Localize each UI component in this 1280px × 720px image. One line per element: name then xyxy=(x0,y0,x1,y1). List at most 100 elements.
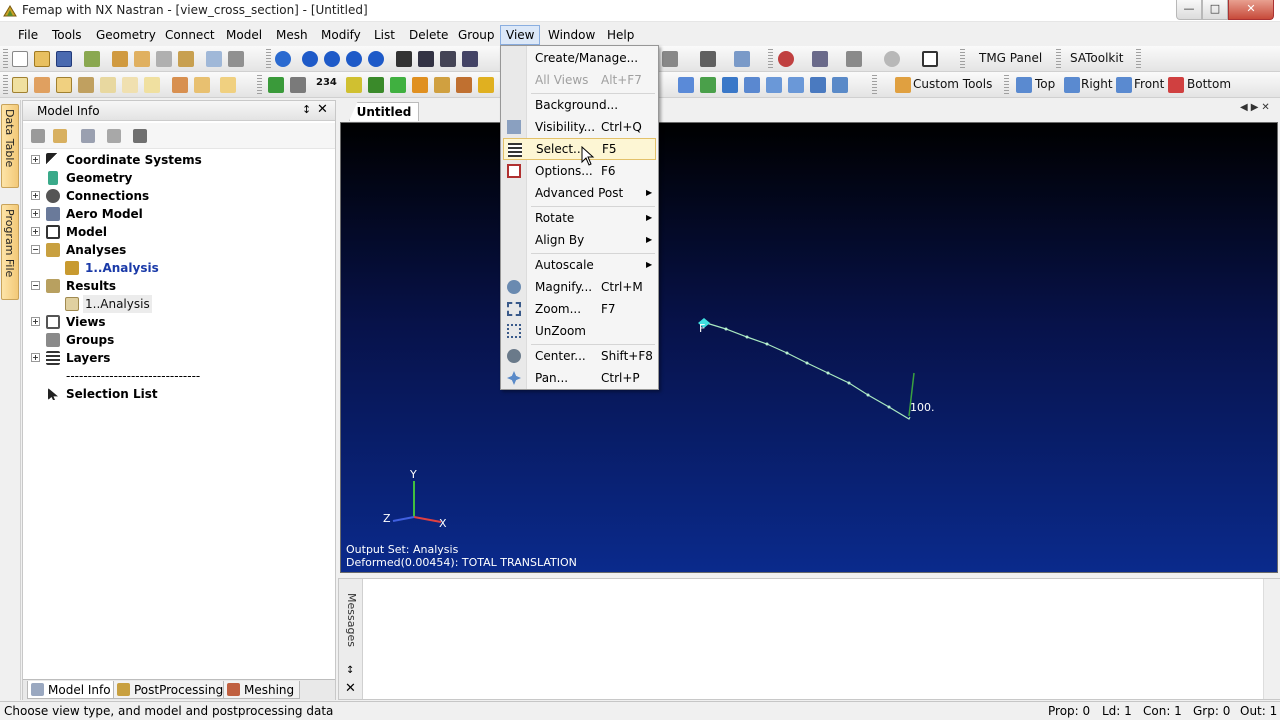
deform-icon[interactable] xyxy=(368,77,384,93)
entity-icon[interactable] xyxy=(178,51,194,67)
probe-icon[interactable] xyxy=(456,77,472,93)
layer-icon[interactable] xyxy=(112,51,128,67)
table-icon[interactable] xyxy=(56,77,72,93)
collapse-icon[interactable]: − xyxy=(31,245,40,254)
tmg-panel-button[interactable]: TMG Panel xyxy=(979,51,1042,65)
rotate-right-icon[interactable] xyxy=(324,51,340,67)
maximize-button[interactable]: □ xyxy=(1202,0,1228,20)
element-icon[interactable] xyxy=(144,77,160,93)
brace-icon[interactable] xyxy=(744,77,760,93)
workplane-icon[interactable] xyxy=(678,77,694,93)
measure-icon[interactable] xyxy=(478,77,494,93)
tree-item-views[interactable]: + Views xyxy=(23,313,335,331)
tree-item-results[interactable]: − Results xyxy=(23,277,335,295)
print-icon[interactable] xyxy=(228,51,244,67)
tree-item-analysis-1[interactable]: 1..Analysis xyxy=(23,259,335,277)
property-icon[interactable] xyxy=(194,77,210,93)
menu-help[interactable]: Help xyxy=(601,25,640,45)
tree-filter-icon[interactable] xyxy=(81,129,95,143)
tree-tools-icon[interactable] xyxy=(133,129,147,143)
window-icon[interactable] xyxy=(922,51,938,67)
close-window-button[interactable]: ✕ xyxy=(1228,0,1274,20)
tree-options-icon[interactable] xyxy=(31,129,45,143)
menu-item-center[interactable]: Center... Shift+F8 xyxy=(503,345,656,367)
menu-view[interactable]: View xyxy=(500,25,541,45)
rotate-up-icon[interactable] xyxy=(346,51,362,67)
toolbar-grip[interactable] xyxy=(3,75,8,95)
list-icon[interactable] xyxy=(12,77,28,93)
arrow-down-icon[interactable] xyxy=(390,77,406,93)
tab-model-info[interactable]: Model Info xyxy=(27,681,117,699)
pin-icon[interactable]: ↕ xyxy=(302,103,311,116)
view-front-button[interactable]: Front xyxy=(1134,77,1164,91)
collapse-icon[interactable]: − xyxy=(31,281,40,290)
menu-item-magnify[interactable]: Magnify... Ctrl+M xyxy=(503,276,656,298)
grid-snap-icon[interactable] xyxy=(722,77,738,93)
edit-icon[interactable] xyxy=(220,77,236,93)
menu-connect[interactable]: Connect xyxy=(159,25,221,45)
text-tool-icon[interactable] xyxy=(412,77,428,93)
expand-icon[interactable]: + xyxy=(31,209,40,218)
expand-icon[interactable]: + xyxy=(31,227,40,236)
program-file-tab[interactable]: Program File xyxy=(1,204,19,300)
menu-item-visibility[interactable]: Visibility... Ctrl+Q xyxy=(503,116,656,138)
fit-icon[interactable] xyxy=(832,77,848,93)
pan-icon[interactable] xyxy=(396,51,412,67)
menu-group[interactable]: Group xyxy=(452,25,501,45)
menu-mesh[interactable]: Mesh xyxy=(270,25,314,45)
cycle-icon[interactable] xyxy=(788,77,804,93)
expand-icon[interactable]: + xyxy=(31,317,40,326)
menu-item-rotate[interactable]: Rotate ▶ xyxy=(503,207,656,229)
menu-item-align-by[interactable]: Align By ▶ xyxy=(503,229,656,251)
tab-postprocessing[interactable]: PostProcessing xyxy=(113,681,230,699)
close-pane-icon[interactable]: ✕ xyxy=(345,681,356,696)
menu-item-unzoom[interactable]: UnZoom xyxy=(503,320,656,342)
data-table-tab[interactable]: Data Table xyxy=(1,104,19,188)
settings-gear-icon[interactable] xyxy=(884,51,900,67)
menu-tools[interactable]: Tools xyxy=(46,25,88,45)
tree-item-selection-list[interactable]: Selection List xyxy=(23,385,335,403)
tree-arrow-icon[interactable] xyxy=(107,129,121,143)
tree-item-layers[interactable]: + Layers xyxy=(23,349,335,367)
open-folder-icon[interactable] xyxy=(34,51,50,67)
material-icon[interactable] xyxy=(172,77,188,93)
copy-icon[interactable] xyxy=(206,51,222,67)
rotate-left-icon[interactable] xyxy=(302,51,318,67)
pin-icon[interactable]: ↕ xyxy=(346,665,354,676)
toolbar-grip[interactable] xyxy=(3,49,8,69)
save-icon[interactable] xyxy=(56,51,72,67)
satoolkit-button[interactable]: SAToolkit xyxy=(1070,51,1123,65)
menu-delete[interactable]: Delete xyxy=(403,25,454,45)
group-icon[interactable] xyxy=(134,51,150,67)
menu-item-zoom[interactable]: Zoom... F7 xyxy=(503,298,656,320)
point-icon[interactable] xyxy=(34,77,50,93)
axis-icon[interactable] xyxy=(766,77,782,93)
grid-icon[interactable] xyxy=(100,77,116,93)
rotate-down-icon[interactable] xyxy=(368,51,384,67)
custom-tools-button[interactable]: Custom Tools xyxy=(913,77,992,91)
menu-item-advanced-post[interactable]: Advanced Post ▶ xyxy=(503,182,656,204)
view-right-button[interactable]: Right xyxy=(1081,77,1113,91)
tree-item-aero-model[interactable]: + Aero Model xyxy=(23,205,335,223)
center-icon[interactable] xyxy=(810,77,826,93)
counter-234[interactable]: 234 xyxy=(316,77,337,88)
tree-item-result-analysis-1[interactable]: 1..Analysis xyxy=(23,295,335,313)
autoscale-icon[interactable] xyxy=(462,51,478,67)
constraint-icon[interactable] xyxy=(290,77,306,93)
hand-icon[interactable] xyxy=(78,77,94,93)
expand-icon[interactable]: + xyxy=(31,353,40,362)
import-icon[interactable] xyxy=(84,51,100,67)
menu-window[interactable]: Window xyxy=(542,25,601,45)
refresh-icon[interactable] xyxy=(275,51,291,67)
zoom-icon[interactable] xyxy=(418,51,434,67)
mesh-icon[interactable] xyxy=(156,51,172,67)
tree-item-analyses[interactable]: − Analyses xyxy=(23,241,335,259)
select-entity-icon[interactable] xyxy=(778,51,794,67)
minimize-button[interactable]: — xyxy=(1176,0,1202,20)
menu-item-autoscale[interactable]: Autoscale ▶ xyxy=(503,254,656,276)
view-bottom-button[interactable]: Bottom xyxy=(1187,77,1231,91)
visibility-icon[interactable] xyxy=(734,51,750,67)
tree-item-connections[interactable]: + Connections xyxy=(23,187,335,205)
menu-item-options[interactable]: Options... F6 xyxy=(503,160,656,182)
tree-item-model[interactable]: + Model xyxy=(23,223,335,241)
